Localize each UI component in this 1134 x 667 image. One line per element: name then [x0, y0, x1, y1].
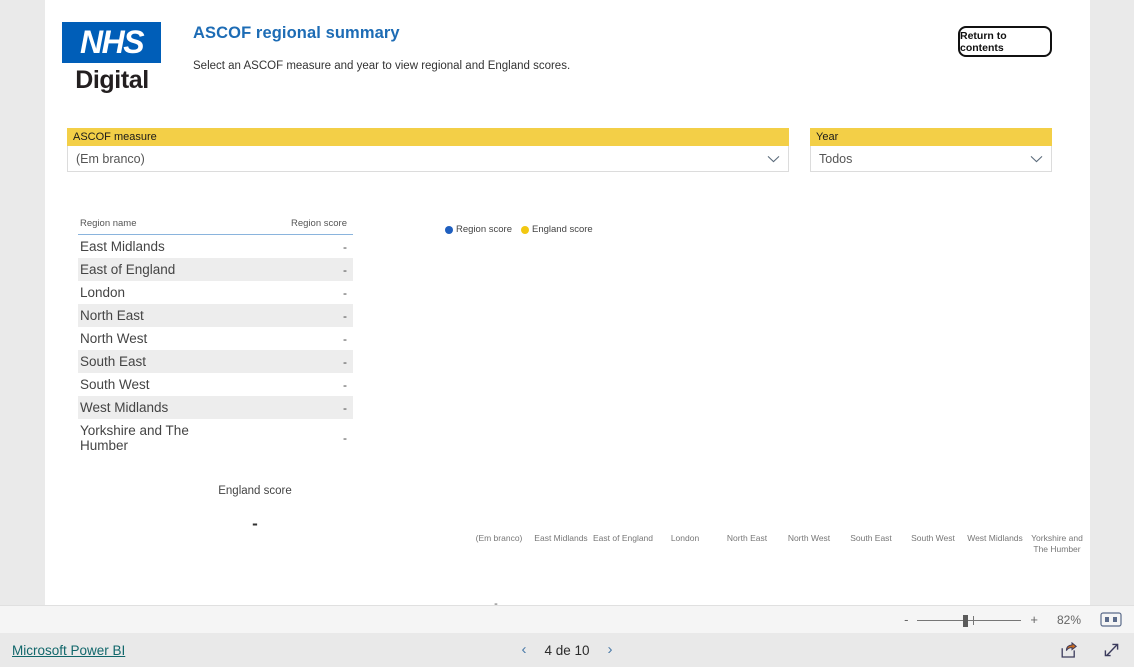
- x-axis-tick-label: (Em branco): [475, 533, 523, 543]
- table-header: Region name Region score: [78, 215, 353, 235]
- slicer-year[interactable]: Year Todos: [810, 128, 1052, 172]
- microsoft-power-bi-link[interactable]: Microsoft Power BI: [12, 643, 125, 658]
- chevron-down-icon[interactable]: [1030, 155, 1043, 163]
- zoom-slider-track: [917, 619, 1022, 621]
- footer-bar: Microsoft Power BI ‹ 4 de 10 ›: [0, 633, 1134, 667]
- footer-icons: [1060, 641, 1120, 659]
- x-axis-tick-label: North West: [787, 533, 831, 543]
- region-score-table[interactable]: Region name Region score East Midlands - E…: [78, 215, 353, 457]
- table-row[interactable]: South East -: [78, 350, 353, 373]
- cell-region-name: London: [80, 285, 126, 300]
- table-body: East Midlands - East of England - London - Nor…: [78, 235, 353, 458]
- status-bar: - + 82%: [0, 605, 1134, 633]
- cell-region-score: -: [343, 331, 347, 346]
- cell-region-score: -: [215, 396, 353, 419]
- table-row[interactable]: East Midlands -: [78, 235, 353, 259]
- regional-score-chart[interactable]: Region score England score (Em branco) Eas…: [400, 215, 1090, 605]
- chart-x-axis: (Em branco) East Midlands East of England L…: [468, 533, 1088, 555]
- return-to-contents-button[interactable]: Return to contents: [958, 26, 1052, 57]
- zoom-slider-notch: [973, 615, 975, 625]
- slicer-ascof-measure-label: ASCOF measure: [67, 128, 789, 146]
- zoom-slider-thumb[interactable]: [963, 614, 969, 627]
- fit-to-page-icon[interactable]: [1100, 612, 1122, 627]
- slicer-year-dropdown[interactable]: Todos: [810, 146, 1052, 172]
- nhs-digital-word: Digital: [75, 66, 149, 94]
- legend-color-dot: [520, 225, 529, 234]
- chevron-right-icon[interactable]: ›: [608, 642, 613, 657]
- fullscreen-icon[interactable]: [1103, 642, 1120, 659]
- cell-region-name: East Midlands: [80, 239, 165, 254]
- chart-blank-category-value: -: [494, 598, 498, 605]
- chart-legend: Region score England score: [445, 224, 593, 235]
- zoom-percentage: 82%: [1056, 612, 1081, 627]
- table-row[interactable]: London -: [78, 281, 353, 304]
- x-axis-tick-label: West Midlands: [967, 533, 1023, 543]
- column-header-region-name[interactable]: Region name: [78, 215, 216, 235]
- slicer-ascof-measure[interactable]: ASCOF measure (Em branco): [67, 128, 789, 172]
- nhs-digital-logo: NHS Digital: [62, 22, 162, 95]
- zoom-controls: - + 82%: [904, 612, 1122, 627]
- table-row[interactable]: North East -: [78, 304, 353, 327]
- cell-region-name: West Midlands: [78, 396, 216, 419]
- slicer-ascof-measure-value: (Em branco): [76, 151, 145, 166]
- cell-region-score: -: [343, 377, 347, 392]
- table-row[interactable]: Yorkshire and The Humber -: [78, 419, 353, 457]
- cell-region-name: North East: [78, 304, 216, 327]
- cell-region-score: -: [215, 304, 353, 327]
- report-canvas: NHS Digital ASCOF regional summary Selec…: [45, 0, 1090, 605]
- table-row[interactable]: North West -: [78, 327, 353, 350]
- zoom-in-button[interactable]: +: [1030, 613, 1038, 626]
- table-row[interactable]: West Midlands -: [78, 396, 353, 419]
- cell-region-score: -: [343, 431, 347, 445]
- cell-region-name: South West: [80, 377, 150, 392]
- page-navigation: ‹ 4 de 10 ›: [0, 642, 1134, 658]
- x-axis-tick-label: North East: [726, 533, 768, 543]
- slicer-year-value: Todos: [819, 151, 853, 166]
- england-score-value: -: [252, 514, 258, 533]
- share-icon[interactable]: [1060, 641, 1078, 659]
- cell-region-name: South East: [78, 350, 216, 373]
- nhs-logo-text: NHS: [79, 23, 145, 60]
- x-axis-tick-label: London: [670, 533, 700, 543]
- zoom-out-button[interactable]: -: [904, 613, 908, 626]
- cell-region-score: -: [343, 285, 347, 300]
- legend-color-dot: [445, 225, 453, 234]
- chart-plot-area: (Em branco) East Midlands East of England L…: [400, 243, 1090, 605]
- england-score-card: England score -: [165, 485, 345, 533]
- cell-region-score: -: [343, 239, 347, 254]
- legend-item[interactable]: Region score: [445, 224, 512, 235]
- table-row[interactable]: East of England -: [78, 258, 353, 281]
- page-subtitle: Select an ASCOF measure and year to view…: [193, 60, 571, 72]
- table-header-row: Region name Region score: [78, 215, 353, 235]
- nhs-logo-box: NHS: [62, 22, 161, 63]
- chevron-left-icon[interactable]: ‹: [521, 642, 526, 657]
- slicer-year-label: Year: [810, 128, 1052, 146]
- cell-region-score: -: [215, 350, 353, 373]
- chevron-down-icon[interactable]: [767, 155, 780, 163]
- x-axis-tick-label: East Midlands: [534, 533, 588, 543]
- x-axis-tick-label: East of England: [593, 533, 654, 543]
- zoom-slider[interactable]: [917, 614, 1022, 627]
- x-axis-tick-label: South West: [911, 533, 955, 543]
- slicer-ascof-measure-dropdown[interactable]: (Em branco): [67, 146, 789, 172]
- page-indicator: 4 de 10: [544, 642, 590, 658]
- column-header-region-score[interactable]: Region score: [215, 215, 353, 235]
- cell-region-name: East of England: [78, 258, 216, 281]
- legend-label: England score: [531, 224, 593, 235]
- table: Region name Region score East Midlands - E…: [78, 215, 353, 457]
- cell-region-name: Yorkshire and The Humber: [80, 423, 189, 453]
- cell-region-name: North West: [80, 331, 148, 346]
- cell-region-score: -: [215, 258, 353, 281]
- x-axis-tick-label: Yorkshire and The Humber: [1031, 533, 1083, 554]
- legend-item[interactable]: England score: [520, 224, 593, 235]
- table-row[interactable]: South West -: [78, 373, 353, 396]
- x-axis-tick-label: South East: [850, 533, 892, 543]
- england-score-label: England score: [218, 485, 292, 497]
- page-title: ASCOF regional summary: [193, 24, 400, 42]
- legend-label: Region score: [456, 224, 512, 235]
